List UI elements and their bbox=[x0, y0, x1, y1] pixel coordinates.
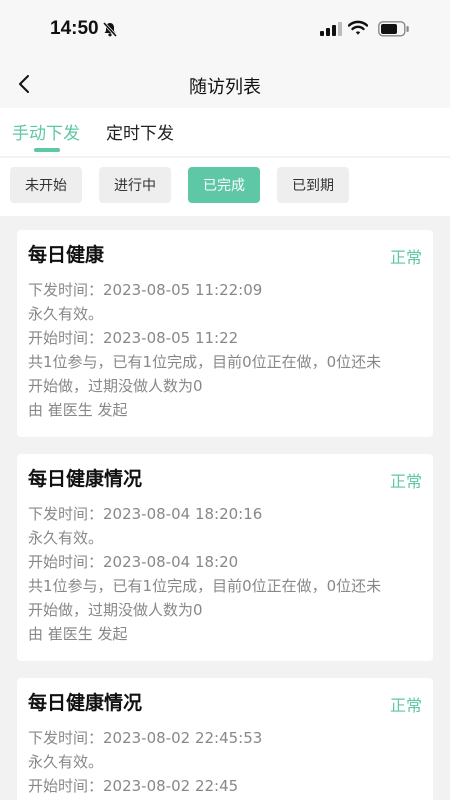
status-badge: 正常 bbox=[389, 248, 422, 267]
followup-card[interactable]: 每日健康情况 正常 下发时间：2023-08-02 22:45:53 永久有效。… bbox=[17, 678, 433, 800]
followup-card[interactable]: 每日健康 正常 下发时间：2023-08-05 11:22:09 永久有效。 开… bbox=[17, 230, 433, 437]
status-bar: 14:50 bbox=[0, 0, 450, 60]
card-title: 每日健康 bbox=[28, 244, 105, 266]
status-badge: 正常 bbox=[389, 696, 422, 715]
tab-bar: 手动下发 定时下发 bbox=[0, 108, 450, 156]
participation-summary-cont: 开始做，过期没做人数为0 bbox=[28, 601, 203, 619]
bell-off-icon bbox=[102, 21, 118, 41]
participation-summary: 共1位参与，已有1位完成，目前0位正在做，0位还未 bbox=[28, 353, 382, 371]
card-title: 每日健康情况 bbox=[28, 468, 143, 490]
start-time: 开始时间：2023-08-05 11:22 bbox=[28, 329, 239, 347]
battery-icon bbox=[378, 21, 410, 41]
nav-bar: 随访列表 bbox=[0, 60, 450, 108]
validity: 永久有效。 bbox=[28, 529, 104, 547]
send-time: 下发时间：2023-08-04 18:20:16 bbox=[28, 505, 263, 523]
followup-card[interactable]: 每日健康情况 正常 下发时间：2023-08-04 18:20:16 永久有效。… bbox=[17, 454, 433, 661]
page-title: 随访列表 bbox=[189, 77, 261, 98]
send-time: 下发时间：2023-08-05 11:22:09 bbox=[28, 281, 263, 299]
start-time: 开始时间：2023-08-02 22:45 bbox=[28, 777, 239, 795]
filter-in-progress[interactable]: 进行中 bbox=[99, 167, 171, 203]
status-filter-bar: 未开始 进行中 已完成 已到期 bbox=[0, 158, 450, 216]
filter-expired[interactable]: 已到期 bbox=[277, 167, 349, 203]
wifi-icon bbox=[347, 20, 369, 40]
send-time: 下发时间：2023-08-02 22:45:53 bbox=[28, 729, 263, 747]
status-badge: 正常 bbox=[389, 472, 422, 491]
filter-completed[interactable]: 已完成 bbox=[188, 167, 260, 203]
initiator: 由 崔医生 发起 bbox=[28, 401, 128, 419]
cellular-signal-icon bbox=[320, 21, 342, 40]
tab-indicator bbox=[34, 148, 60, 152]
participation-summary: 共1位参与，已有1位完成，目前0位正在做，0位还未 bbox=[28, 577, 382, 595]
tab-timed[interactable]: 定时下发 bbox=[106, 119, 174, 144]
filter-not-started[interactable]: 未开始 bbox=[10, 167, 82, 203]
tab-manual[interactable]: 手动下发 bbox=[12, 119, 80, 144]
initiator: 由 崔医生 发起 bbox=[28, 625, 128, 643]
participation-summary-cont: 开始做，过期没做人数为0 bbox=[28, 377, 203, 395]
validity: 永久有效。 bbox=[28, 305, 104, 323]
status-time: 14:50 bbox=[50, 18, 99, 39]
validity: 永久有效。 bbox=[28, 753, 104, 771]
start-time: 开始时间：2023-08-04 18:20 bbox=[28, 553, 239, 571]
card-title: 每日健康情况 bbox=[28, 692, 143, 714]
